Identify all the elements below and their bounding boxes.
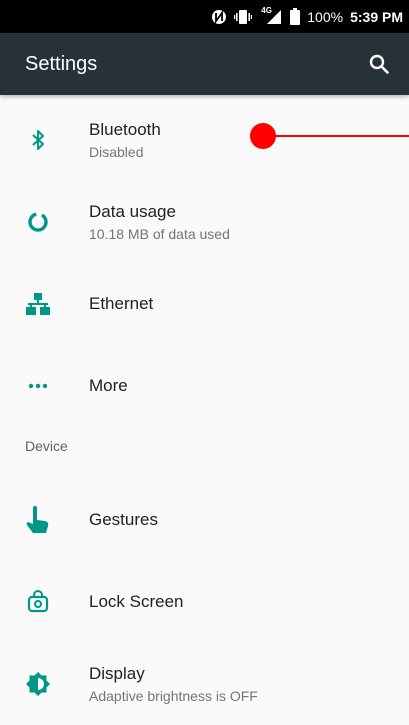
- data-usage-icon: [22, 206, 54, 238]
- settings-item-lock-screen[interactable]: Lock Screen: [0, 561, 409, 643]
- nfc-icon: [211, 9, 227, 25]
- annotation-marker-dot: [250, 123, 276, 149]
- annotation-marker-line: [262, 135, 409, 137]
- settings-item-gestures[interactable]: Gestures: [0, 479, 409, 561]
- lock-screen-icon: [22, 586, 54, 618]
- settings-item-summary: Adaptive brightness is OFF: [89, 688, 258, 704]
- bluetooth-icon: [22, 124, 54, 156]
- settings-item-more[interactable]: More: [0, 345, 409, 427]
- battery-percent: 100%: [307, 8, 344, 25]
- settings-item-bluetooth[interactable]: Bluetooth Disabled: [0, 99, 409, 181]
- settings-item-label: Ethernet: [89, 294, 154, 313]
- display-brightness-icon: [22, 668, 54, 700]
- signal-icon: 4G: [259, 5, 283, 25]
- settings-item-ethernet[interactable]: Ethernet: [0, 263, 409, 345]
- settings-item-label: Gestures: [89, 510, 158, 529]
- more-icon: [22, 370, 54, 402]
- settings-item-label: Display: [89, 664, 145, 683]
- gesture-icon: [22, 504, 54, 536]
- section-header-device: Device: [25, 438, 68, 454]
- vibrate-icon: [234, 9, 253, 25]
- status-bar: 4G 100% 5:39 PM: [0, 0, 409, 33]
- settings-item-label: Lock Screen: [89, 592, 184, 611]
- settings-item-label: Bluetooth: [89, 120, 161, 139]
- network-type-label: 4G: [261, 5, 272, 15]
- battery-icon: [290, 8, 301, 25]
- clock: 5:39 PM: [350, 8, 403, 25]
- settings-item-summary: 10.18 MB of data used: [89, 226, 230, 242]
- ethernet-icon: [22, 288, 54, 320]
- settings-item-summary: Disabled: [89, 144, 144, 160]
- page-title: Settings: [25, 52, 98, 75]
- settings-item-display[interactable]: Display Adaptive brightness is OFF: [0, 643, 409, 725]
- settings-item-data-usage[interactable]: Data usage 10.18 MB of data used: [0, 181, 409, 263]
- app-bar: Settings: [0, 33, 409, 95]
- settings-item-label: More: [89, 376, 128, 395]
- search-icon[interactable]: [359, 44, 399, 84]
- settings-item-label: Data usage: [89, 202, 176, 221]
